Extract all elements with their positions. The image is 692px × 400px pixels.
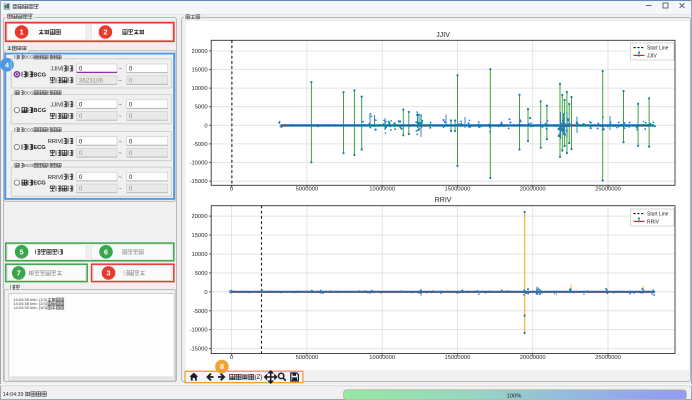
svg-text:BCG: BCG (24, 90, 34, 95)
svg-text:3: 3 (106, 269, 110, 278)
svg-text:RRIV: RRIV (48, 139, 62, 145)
svg-text:20000: 20000 (191, 214, 207, 220)
svg-text:5: 5 (20, 247, 24, 256)
svg-text:5000: 5000 (195, 271, 208, 277)
svg-text:-15000: -15000 (190, 179, 208, 185)
svg-text:~: ~ (118, 113, 122, 120)
svg-text:14:04:39: 14:04:39 (3, 392, 24, 398)
svg-text:~: ~ (118, 174, 122, 181)
svg-text:20000000: 20000000 (520, 187, 546, 193)
svg-text:~: ~ (118, 150, 122, 157)
svg-text:0: 0 (129, 138, 133, 145)
svg-text:20000: 20000 (191, 49, 207, 55)
svg-text:0: 0 (129, 150, 133, 157)
svg-text:ECG: ECG (24, 127, 34, 132)
svg-text:0: 0 (129, 186, 133, 193)
svg-text:0: 0 (79, 150, 83, 157)
svg-text:-10000: -10000 (190, 161, 208, 167)
svg-text:0: 0 (230, 187, 233, 193)
svg-text:JJIV: JJIV (647, 53, 657, 59)
svg-text:~: ~ (118, 138, 122, 145)
svg-text:0: 0 (129, 101, 133, 108)
svg-text:15000000: 15000000 (445, 187, 471, 193)
svg-text:0: 0 (79, 101, 83, 108)
svg-text:JJIV: JJIV (50, 102, 61, 108)
svg-text:-5000: -5000 (193, 142, 208, 148)
svg-text:100%: 100% (506, 393, 522, 399)
svg-text:0: 0 (79, 138, 83, 145)
svg-text:0: 0 (204, 290, 207, 296)
svg-text:ECG: ECG (33, 181, 46, 187)
svg-text:-10000: -10000 (190, 328, 208, 334)
svg-text:0: 0 (204, 123, 207, 129)
svg-text:3623106: 3623106 (79, 77, 104, 84)
svg-text:JJIV: JJIV (50, 67, 61, 73)
svg-text:ECG: ECG (24, 163, 34, 168)
svg-text:10000: 10000 (191, 86, 207, 92)
svg-text:RRIV: RRIV (647, 219, 660, 225)
svg-text:~: ~ (118, 101, 122, 108)
svg-text:0: 0 (129, 77, 133, 84)
svg-text:0: 0 (129, 66, 133, 73)
svg-text:BCG: BCG (24, 55, 34, 60)
svg-text:-5000: -5000 (193, 309, 208, 315)
svg-text:RRIV: RRIV (435, 197, 452, 204)
svg-text:25000000: 25000000 (595, 355, 621, 361)
svg-text:ECG: ECG (33, 145, 46, 151)
svg-text:25000000: 25000000 (595, 187, 621, 193)
svg-text:8: 8 (220, 362, 224, 371)
svg-text:15000: 15000 (191, 233, 207, 239)
svg-text:Start Line: Start Line (647, 46, 669, 52)
svg-text:~: ~ (118, 66, 122, 73)
svg-text:BCG: BCG (33, 108, 46, 114)
svg-text:20000000: 20000000 (520, 355, 546, 361)
svg-text:5000: 5000 (195, 105, 208, 111)
svg-text:2: 2 (103, 28, 107, 37)
svg-text:0: 0 (230, 355, 233, 361)
svg-text:RRIV: RRIV (48, 175, 62, 181)
svg-text:~: ~ (118, 77, 122, 84)
svg-text:-15000: -15000 (190, 347, 208, 353)
svg-text:0: 0 (79, 174, 83, 181)
svg-text:7: 7 (17, 269, 21, 278)
svg-text:10000000: 10000000 (369, 187, 395, 193)
svg-text:5000000: 5000000 (296, 355, 319, 361)
svg-text:0: 0 (79, 186, 83, 193)
svg-text:10000: 10000 (191, 252, 207, 258)
svg-text:0: 0 (129, 174, 133, 181)
svg-text:(Z): (Z) (255, 374, 263, 381)
svg-text:0: 0 (79, 113, 83, 120)
svg-text:0: 0 (79, 66, 83, 73)
svg-text:BCG: BCG (33, 72, 46, 78)
svg-text:15000: 15000 (191, 68, 207, 74)
svg-text:10000000: 10000000 (369, 355, 395, 361)
svg-text:14:04:39 Info: (3/3): 14:04:39 Info: (3/3) (13, 305, 47, 310)
svg-text:1: 1 (20, 28, 24, 37)
svg-text:15000000: 15000000 (445, 355, 471, 361)
svg-text:~: ~ (118, 186, 122, 193)
svg-text:Start Line: Start Line (647, 212, 669, 218)
svg-text:0: 0 (129, 113, 133, 120)
svg-text:6: 6 (104, 247, 108, 256)
svg-text:5000000: 5000000 (296, 187, 319, 193)
svg-text:JJIV: JJIV (436, 32, 450, 39)
